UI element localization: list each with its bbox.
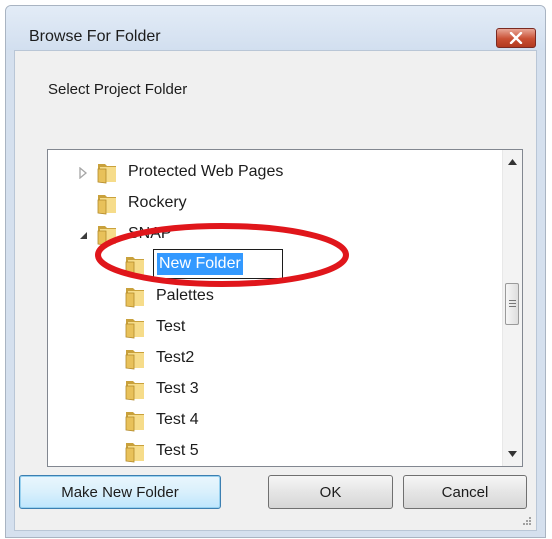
tree-item[interactable]: Test2 xyxy=(48,344,504,375)
folder-icon xyxy=(125,319,144,339)
tree-item[interactable]: New Folder xyxy=(48,249,504,282)
dialog-client-area: Select Project Folder Protected Web Page… xyxy=(14,50,537,531)
rename-textbox[interactable]: New Folder xyxy=(153,249,283,279)
tree-item[interactable]: Test 3 xyxy=(48,375,504,406)
folder-icon xyxy=(125,381,144,401)
tree-item[interactable]: Palettes xyxy=(48,282,504,313)
thumb-grip-line xyxy=(509,300,516,301)
resize-grip-icon[interactable] xyxy=(520,514,532,526)
tree-item-label: Protected Web Pages xyxy=(128,163,284,180)
tree-item[interactable]: Rockery xyxy=(48,189,504,220)
make-new-folder-button[interactable]: Make New Folder xyxy=(19,475,221,509)
folder-tree[interactable]: Protected Web Pages Rockery SNAP New Folder… xyxy=(47,149,523,467)
tree-item-label: Palettes xyxy=(156,287,214,304)
tree-item-label: Test 5 xyxy=(156,442,199,459)
title-bar[interactable]: Browse For Folder xyxy=(6,6,545,50)
scroll-down-button[interactable] xyxy=(503,444,522,464)
scroll-up-arrow-icon xyxy=(508,159,517,165)
scrollbar-thumb[interactable] xyxy=(505,283,519,325)
scroll-down-arrow-icon xyxy=(508,451,517,457)
tree-item-label: Test xyxy=(156,318,186,335)
tree-item-label: Test 3 xyxy=(156,380,199,397)
folder-icon xyxy=(125,288,144,308)
tree-item-label: Test 4 xyxy=(156,411,199,428)
tree-item-label: SNAP xyxy=(128,225,172,242)
folder-icon xyxy=(97,226,116,246)
thumb-grip-line xyxy=(509,303,516,304)
tree-item[interactable]: Test 4 xyxy=(48,406,504,437)
folder-icon xyxy=(97,195,116,215)
tree-item-label: Test2 xyxy=(156,349,195,366)
ok-button[interactable]: OK xyxy=(268,475,393,509)
scroll-up-button[interactable] xyxy=(503,152,522,172)
collapse-arrow-icon[interactable] xyxy=(78,229,88,241)
folder-icon xyxy=(97,164,116,184)
dialog-prompt: Select Project Folder xyxy=(48,81,188,98)
folder-icon xyxy=(125,412,144,432)
close-button[interactable] xyxy=(496,28,536,48)
rename-selected-text: New Folder xyxy=(157,253,243,275)
tree-item-label: Rockery xyxy=(128,194,187,211)
folder-icon xyxy=(125,257,144,277)
close-x-icon xyxy=(509,32,523,44)
cancel-button[interactable]: Cancel xyxy=(403,475,527,509)
vertical-scrollbar[interactable] xyxy=(502,150,522,466)
tree-item[interactable]: Test 5 xyxy=(48,437,504,466)
thumb-grip-line xyxy=(509,306,516,307)
folder-tree-viewport: Protected Web Pages Rockery SNAP New Folder… xyxy=(48,150,504,466)
folder-icon xyxy=(125,350,144,370)
tree-item[interactable]: SNAP xyxy=(48,220,504,251)
browse-for-folder-dialog: Browse For Folder Select Project Folder … xyxy=(5,5,546,538)
tree-item[interactable]: Protected Web Pages xyxy=(48,158,504,189)
expand-arrow-icon[interactable] xyxy=(78,167,88,179)
folder-icon xyxy=(125,443,144,463)
tree-item[interactable]: Test xyxy=(48,313,504,344)
window-title: Browse For Folder xyxy=(29,28,161,45)
